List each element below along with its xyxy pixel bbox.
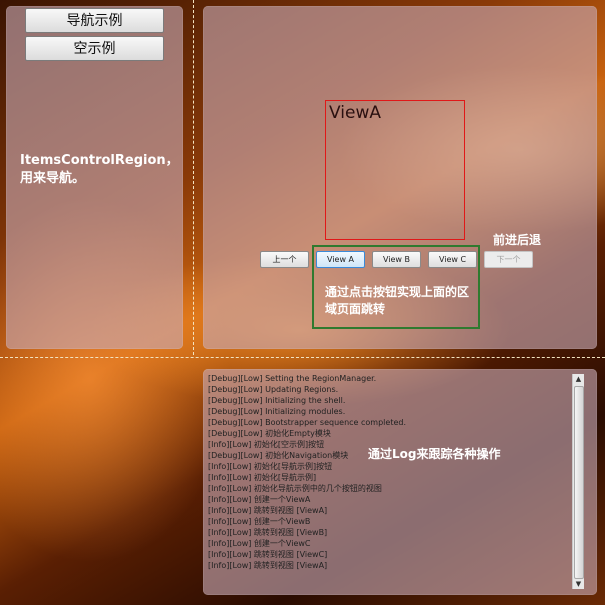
log-entry: [Info][Low] 初始化[导航示例] [208, 473, 317, 482]
log-entry: [Debug][Low] Bootstrapper sequence compl… [208, 418, 406, 427]
log-entry: [Debug][Low] Setting the RegionManager. [208, 374, 377, 383]
forward-back-note: 前进后退 [493, 233, 542, 247]
log-entry: [Info][Low] 跳转到视图 [ViewC] [208, 550, 328, 559]
log-entry: [Info][Low] 创建一个ViewC [208, 539, 311, 548]
log-entry: [Info][Low] 跳转到视图 [ViewA] [208, 506, 328, 515]
vertical-divider [193, 0, 194, 355]
nav-example-button[interactable]: 导航示例 [25, 8, 164, 33]
log-entry: [Debug][Low] Initializing modules. [208, 407, 346, 416]
view-a-button[interactable]: View A [316, 251, 365, 268]
next-button[interactable]: 下一个 [484, 251, 533, 268]
scroll-down-arrow-icon[interactable]: ▼ [573, 579, 584, 589]
previous-button[interactable]: 上一个 [260, 251, 309, 268]
log-entry: [Info][Low] 跳转到视图 [ViewA] [208, 561, 328, 570]
log-entry: [Info][Low] 跳转到视图 [ViewB] [208, 528, 328, 537]
region-note: ItemsControlRegion，用来导航。 [20, 153, 179, 186]
log-entry: [Debug][Low] 初始化Empty模块 [208, 429, 331, 438]
log-entry: [Info][Low] 创建一个ViewB [208, 517, 311, 526]
view-label: ViewA [329, 103, 381, 123]
log-list[interactable]: [Debug][Low] Setting the RegionManager. … [208, 373, 568, 571]
log-entry: [Info][Low] 初始化[导航示例]按钮 [208, 462, 333, 471]
log-entry: [Info][Low] 创建一个ViewA [208, 495, 311, 504]
log-note: 通过Log来跟踪各种操作 [368, 447, 501, 461]
view-c-button[interactable]: View C [428, 251, 477, 268]
empty-example-button[interactable]: 空示例 [25, 36, 164, 61]
scroll-up-arrow-icon[interactable]: ▲ [573, 374, 584, 384]
horizontal-divider [0, 357, 605, 358]
click-note: 通过点击按钮实现上面的区域页面跳转 [325, 285, 470, 316]
log-entry: [Debug][Low] Updating Regions. [208, 385, 339, 394]
log-scrollbar[interactable]: ▲ ▼ [572, 374, 584, 589]
log-entry: [Debug][Low] Initializing the shell. [208, 396, 346, 405]
view-b-button[interactable]: View B [372, 251, 421, 268]
scrollbar-thumb[interactable] [574, 386, 584, 579]
log-entry: [Info][Low] 初始化导航示例中的几个按钮的视图 [208, 484, 382, 493]
view-region: ViewA [325, 100, 465, 240]
